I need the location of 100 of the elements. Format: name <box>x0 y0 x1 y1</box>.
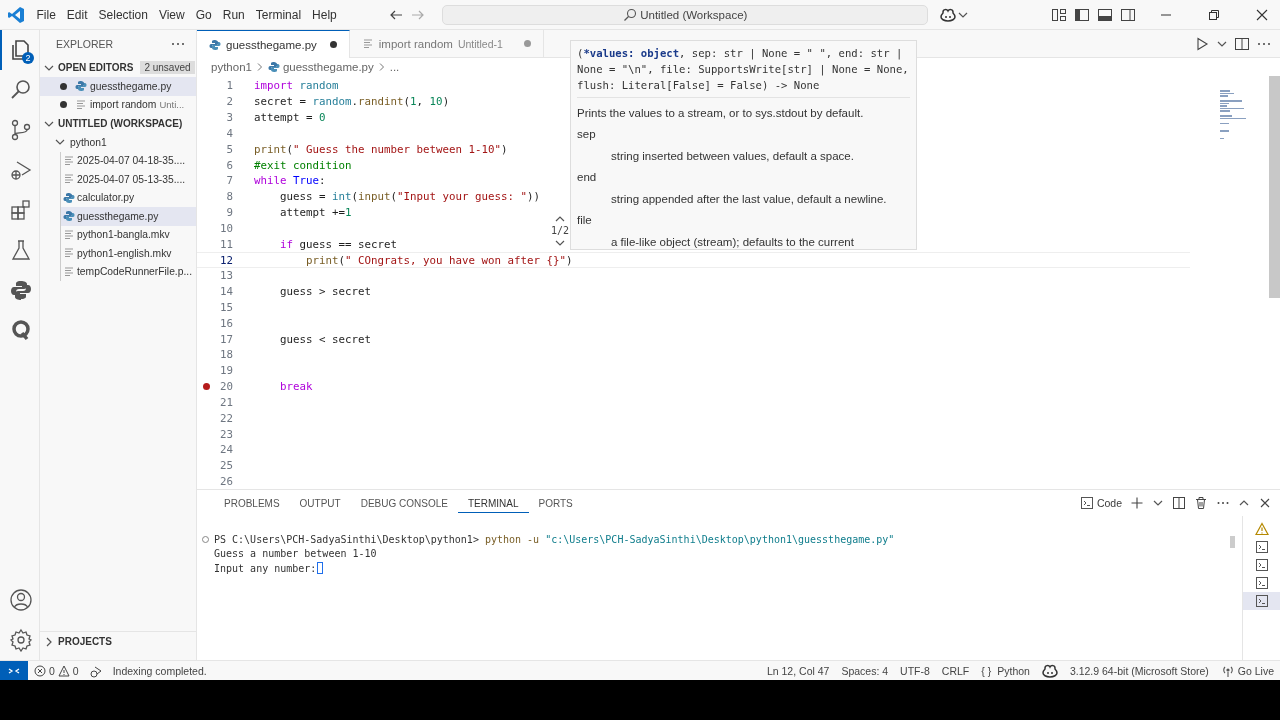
go-live-button[interactable]: Go Live <box>1214 663 1280 678</box>
code-text: ( <box>286 142 294 156</box>
string-literal: "Input your guess: " <box>397 190 528 204</box>
status-item[interactable]: UTF-8 <box>894 664 936 677</box>
python-icon <box>8 278 33 302</box>
code-text: . <box>351 95 359 109</box>
breadcrumb[interactable]: python1 <box>211 61 252 73</box>
tab-label: import random <box>378 37 453 50</box>
parameter-name: end <box>577 171 598 183</box>
parameter-description: string inserted between values, default a space. <box>611 150 855 162</box>
menu-item[interactable]: Selection <box>93 7 154 22</box>
status-message: Indexing completed. <box>112 664 207 677</box>
terminal-icon <box>1254 594 1269 608</box>
explorer-item[interactable]: guessthegame.py <box>60 207 196 226</box>
terminal-list-item[interactable] <box>1243 592 1280 610</box>
line-number: 10 <box>219 221 233 235</box>
trash-icon[interactable] <box>1194 496 1208 510</box>
keyword: while <box>254 174 287 188</box>
explorer-item[interactable]: python1-english.mkv <box>60 244 196 263</box>
text-file-icon <box>63 228 75 241</box>
panel-tab[interactable]: TERMINAL <box>457 493 529 513</box>
explorer-item[interactable]: tempCodeRunnerFile.p... <box>60 262 196 281</box>
python-file-icon <box>267 61 280 73</box>
line-number: 3 <box>225 111 233 125</box>
open-editor-item[interactable]: import random Unti... <box>40 95 196 114</box>
menu-item[interactable]: Terminal <box>250 7 307 22</box>
status-item[interactable]: Spaces: 4 <box>835 664 895 677</box>
code-text: ( <box>351 190 359 204</box>
add-icon[interactable] <box>1130 496 1144 510</box>
line-number: 18 <box>219 348 233 362</box>
text-file-icon <box>63 173 75 186</box>
code-text: guess > secret <box>279 285 371 299</box>
number-literal: 1 <box>345 206 352 220</box>
parameter-name: sep <box>577 128 597 140</box>
menu-item[interactable]: File <box>31 7 62 22</box>
module-name: random <box>312 95 352 109</box>
status-item[interactable]: CRLF <box>935 664 976 677</box>
string-literal: " COngrats, you have won after {}" <box>345 253 567 267</box>
line-number: 14 <box>219 285 233 299</box>
section-header[interactable]: OPEN EDITORS 2 unsaved <box>40 58 196 77</box>
scrollbar[interactable] <box>1230 536 1235 548</box>
status-item[interactable]: Ln 12, Col 47 <box>760 664 836 677</box>
language-mode[interactable]: { } Python <box>975 664 1036 677</box>
layout-icon[interactable] <box>1051 6 1067 23</box>
breakpoint-dot[interactable] <box>202 383 210 391</box>
line-number: 25 <box>219 459 233 473</box>
constant: True <box>292 174 320 188</box>
command-center[interactable]: Untitled (Workspace) <box>442 4 929 25</box>
scrollbar[interactable] <box>1269 76 1280 298</box>
copilot-icon[interactable] <box>940 7 957 22</box>
line-number: 15 <box>219 301 233 314</box>
code-text: , <box>416 95 425 109</box>
text-file-icon <box>63 154 75 167</box>
panel-tab[interactable]: PORTS <box>528 493 583 513</box>
section-header[interactable]: UNTITLED (WORKSPACE) <box>40 114 196 133</box>
explorer-item[interactable]: 2025-04-07 05-13-35.... <box>60 170 196 189</box>
open-editor-item[interactable]: guessthegame.py <box>40 77 196 96</box>
menu-item[interactable]: Edit <box>61 7 94 22</box>
panel-toggle-icon[interactable] <box>1097 6 1113 23</box>
menu-item[interactable]: Run <box>217 7 251 22</box>
code-comment: #exit condition <box>254 158 352 172</box>
close-icon[interactable] <box>1258 496 1272 510</box>
line-number: 19 <box>219 364 233 378</box>
explorer-item[interactable]: 2025-04-07 04-18-35.... <box>60 151 196 170</box>
panel-tab[interactable]: PROBLEMS <box>214 493 290 513</box>
editor-tab[interactable]: import random Untitled-1 <box>349 30 544 57</box>
section-header[interactable]: PROJECTS <box>40 631 196 651</box>
tab-label: guessthegame.py <box>226 38 317 51</box>
account-icon[interactable] <box>8 588 33 612</box>
explorer-item[interactable]: python1 <box>40 133 196 152</box>
remote-icon[interactable] <box>0 661 28 680</box>
sidebar-toggle-icon[interactable] <box>1074 6 1090 23</box>
explorer-item[interactable]: python1-bangla.mkv <box>60 225 196 244</box>
editor-tab[interactable]: guessthegame.py <box>197 30 350 58</box>
secondary-sidebar-icon[interactable] <box>1120 6 1136 23</box>
terminal-selector[interactable]: Code <box>1079 496 1122 510</box>
status-item[interactable]: 3.12.9 64-bit (Microsoft Store) <box>1063 664 1215 677</box>
menu-item[interactable]: Help <box>306 7 343 22</box>
copilot-icon[interactable] <box>1041 663 1058 678</box>
settings-icon[interactable] <box>8 628 33 652</box>
signature-text: (*values: object, sep: str | None = " ", end: str | None = "\n", file: SupportsWrite[str] | None = None, flush: Literal[False] = False) -> None <box>577 45 910 98</box>
terminal-icon <box>1079 496 1094 510</box>
breadcrumb[interactable]: ... <box>389 61 400 73</box>
split-icon[interactable] <box>1172 496 1186 510</box>
line-number: 13 <box>219 269 233 283</box>
menu-item[interactable]: Go <box>190 7 218 22</box>
panel-tab[interactable]: DEBUG CONSOLE <box>350 493 458 513</box>
terminal-icon <box>1254 576 1269 590</box>
code-text: attempt = <box>254 111 314 125</box>
code-text: guess == secret <box>298 237 398 251</box>
run-icon[interactable] <box>1194 35 1210 52</box>
text-file-icon <box>63 265 75 278</box>
problems-indicator[interactable]: 0 0 <box>28 664 85 677</box>
sidebar-title: EXPLORER <box>56 38 114 50</box>
split-editor-icon[interactable] <box>1234 35 1250 52</box>
breadcrumb[interactable]: guessthegame.py <box>282 61 374 73</box>
line-number: 9 <box>225 206 233 220</box>
line-number: 2 <box>225 95 233 109</box>
menu-item[interactable]: View <box>153 7 191 22</box>
panel-tab[interactable]: OUTPUT <box>289 493 351 513</box>
